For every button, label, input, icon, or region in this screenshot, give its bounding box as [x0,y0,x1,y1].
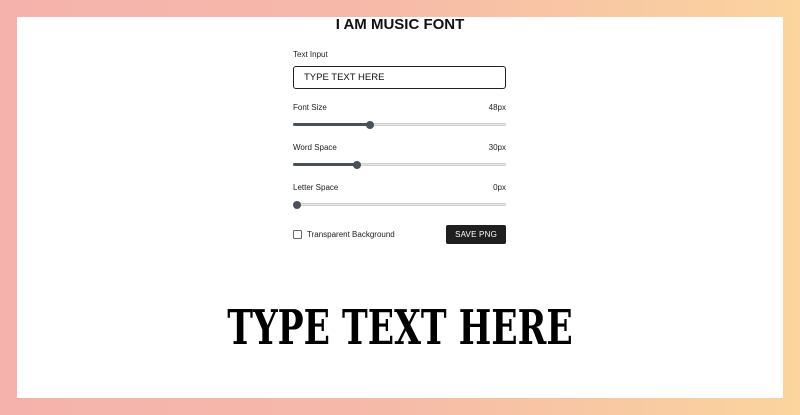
word-space-label: Word Space [293,143,337,152]
main-card: I AM MUSIC FONT Text Input Font Size 48p… [17,16,783,398]
word-space-slider-thumb[interactable] [352,161,361,169]
controls-panel: Text Input Font Size 48px Word Space 30p… [293,50,506,209]
actions-row: Transparent Background SAVE PNG [293,224,506,244]
transparent-background-label: Transparent Background [307,229,395,239]
font-size-group: Font Size 48px [293,103,506,129]
word-space-slider[interactable] [293,161,506,169]
transparent-background-option[interactable]: Transparent Background [293,229,395,239]
font-preview-text: TYPE TEXT HERE [227,300,573,356]
text-input-label: Text Input [293,50,328,59]
save-png-button[interactable]: SAVE PNG [446,224,506,244]
font-size-value: 48px [488,103,506,112]
letter-space-label: Letter Space [293,183,339,192]
word-space-slider-fill [293,163,357,166]
text-input-field[interactable] [293,66,506,89]
font-size-slider-fill [293,123,370,126]
transparent-background-checkbox[interactable] [293,229,302,239]
word-space-value: 30px [488,143,506,152]
letter-space-group: Letter Space 0px [293,183,506,209]
letter-space-slider[interactable] [293,201,506,209]
page-title: I AM MUSIC FONT [335,16,465,33]
letter-space-slider-thumb[interactable] [293,201,301,209]
letter-space-value: 0px [493,183,506,192]
font-size-slider[interactable] [293,121,506,129]
font-size-slider-thumb[interactable] [365,121,374,129]
word-space-group: Word Space 30px [293,143,506,169]
letter-space-slider-track [293,203,506,206]
font-size-label: Font Size [293,103,327,112]
